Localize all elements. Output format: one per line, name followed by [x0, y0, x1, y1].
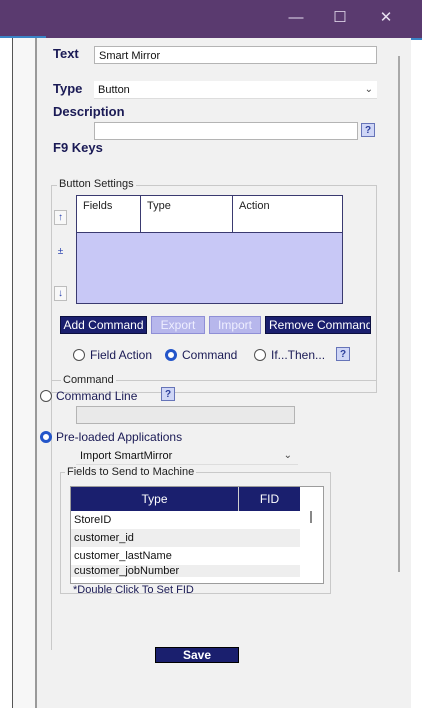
type-label: Type — [53, 81, 83, 96]
command-legend: Command — [61, 374, 116, 386]
export-button[interactable]: Export — [151, 316, 205, 334]
field-action-label: Field Action — [90, 348, 153, 362]
button-settings-legend: Button Settings — [57, 178, 136, 190]
move-up-button[interactable]: ↑ — [54, 210, 67, 225]
description-input[interactable] — [94, 122, 358, 140]
grid-column-fields[interactable]: Fields — [77, 196, 141, 232]
chevron-down-icon: ⌄ — [364, 84, 373, 95]
inner-left-column — [13, 38, 36, 708]
if-then-radio[interactable] — [254, 349, 266, 361]
list-item[interactable]: customer_jobNumber — [71, 565, 300, 577]
form-window: — ☐ ✕ Text Smart Mirror Type Button ⌄ De… — [0, 0, 422, 708]
close-button[interactable]: ✕ — [364, 0, 408, 38]
list-item[interactable]: StoreID — [71, 511, 300, 529]
f9-keys-label: F9 Keys — [53, 140, 103, 155]
type-select[interactable]: Button ⌄ — [94, 81, 377, 99]
panel-scrollbar[interactable] — [398, 56, 400, 572]
command-line-help-icon[interactable]: ? — [161, 387, 175, 401]
command-line-input[interactable] — [76, 406, 295, 424]
command-line-label: Command Line — [56, 389, 138, 403]
remove-command-button[interactable]: Remove Command — [265, 316, 371, 334]
mode-help-icon[interactable]: ? — [336, 347, 350, 361]
double-click-hint: *Double Click To Set FID — [73, 584, 194, 596]
list-item[interactable]: customer_id — [71, 529, 300, 547]
maximize-icon: ☐ — [333, 9, 347, 26]
chevron-down-icon: ⌄ — [283, 450, 292, 461]
field-action-radio[interactable] — [73, 349, 85, 361]
command-radio[interactable] — [165, 349, 177, 361]
fields-table-header: Type FID — [71, 487, 300, 511]
command-line-radio[interactable] — [40, 390, 52, 402]
commands-grid[interactable]: Fields Type Action — [76, 195, 343, 304]
preloaded-apps-value: Import SmartMirror — [80, 450, 173, 462]
fields-column-type[interactable]: Type — [71, 487, 239, 511]
text-input[interactable]: Smart Mirror — [94, 46, 377, 64]
fields-column-fid[interactable]: FID — [239, 487, 300, 511]
preloaded-apps-radio[interactable] — [40, 431, 52, 443]
fields-table-scrollbar[interactable] — [310, 511, 312, 523]
import-button[interactable]: Import — [209, 316, 261, 334]
preloaded-apps-select[interactable]: Import SmartMirror ⌄ — [76, 447, 298, 465]
grid-column-action[interactable]: Action — [233, 196, 342, 232]
grid-column-type[interactable]: Type — [141, 196, 233, 232]
command-radio-label: Command — [182, 348, 238, 362]
type-select-value: Button — [98, 84, 130, 96]
outer-window-edge-right — [410, 38, 422, 40]
description-label: Description — [53, 104, 125, 119]
move-down-button[interactable]: ↓ — [54, 286, 67, 301]
fields-table[interactable]: Type FID StoreID customer_id customer_la… — [70, 486, 324, 584]
preloaded-apps-label: Pre-loaded Applications — [56, 430, 183, 444]
add-command-button[interactable]: Add Command — [60, 316, 147, 334]
description-help-icon[interactable]: ? — [361, 123, 375, 137]
if-then-label: If...Then... — [271, 348, 326, 362]
text-label: Text — [53, 46, 79, 61]
minimize-button[interactable]: — — [274, 0, 318, 38]
properties-panel: Text Smart Mirror Type Button ⌄ Descript… — [36, 38, 411, 708]
minimize-icon: — — [288, 9, 304, 26]
close-icon: ✕ — [379, 9, 393, 26]
commands-grid-header: Fields Type Action — [77, 196, 342, 233]
add-remove-toggle-button[interactable]: ± — [54, 245, 67, 260]
maximize-button[interactable]: ☐ — [318, 0, 362, 38]
fields-to-send-legend: Fields to Send to Machine — [65, 466, 197, 478]
list-item[interactable]: customer_lastName — [71, 547, 300, 565]
save-button[interactable]: Save — [155, 647, 239, 663]
left-frame — [0, 38, 13, 708]
